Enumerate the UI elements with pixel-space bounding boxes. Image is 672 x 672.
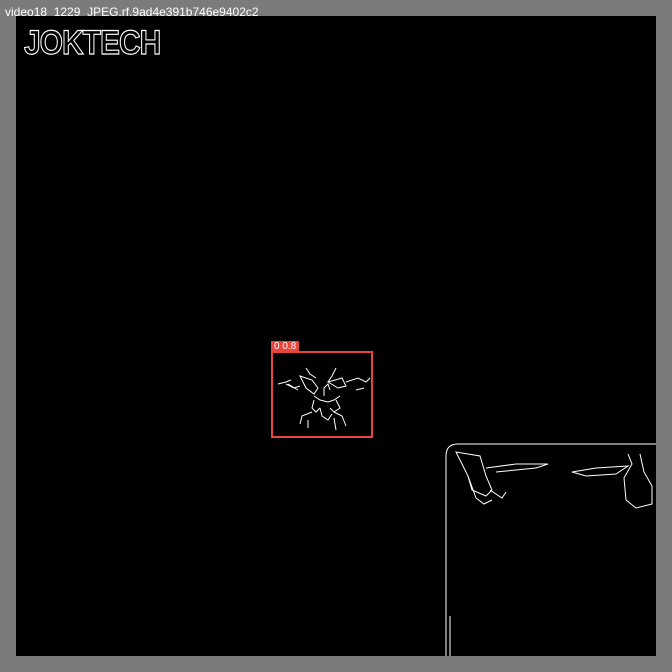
detection-label: 0 0.8 — [271, 341, 300, 353]
detection-bounding-box — [271, 351, 373, 438]
edge-image-canvas: JOKTECH 0 0.8 — [16, 16, 656, 656]
edge-drawing: JOKTECH — [23, 22, 656, 656]
image-viewer: video18_1229_JPEG.rf.9ad4e391b746e9402c2… — [0, 0, 672, 672]
svg-text:JOKTECH: JOKTECH — [24, 23, 160, 61]
watermark-logo: JOKTECH — [23, 22, 161, 61]
large-object-outline — [445, 443, 656, 656]
